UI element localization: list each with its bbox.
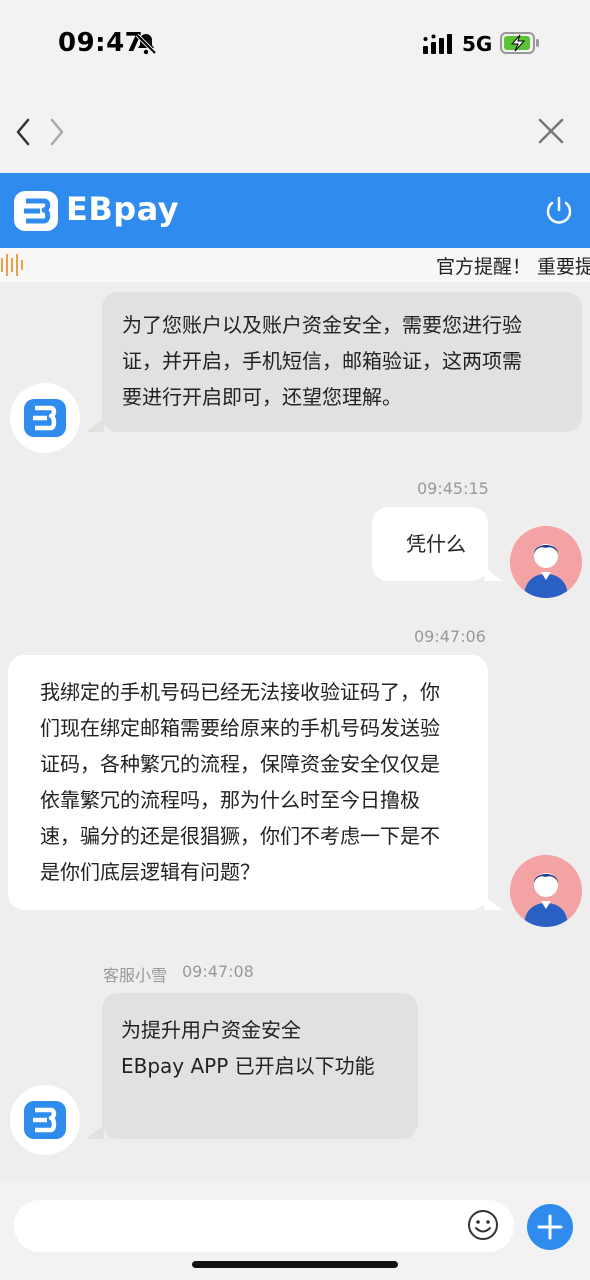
chevron-left-icon[interactable] — [12, 114, 36, 150]
close-icon[interactable] — [536, 116, 566, 146]
message-line: 证，并开启，手机短信，邮箱验证，这两项需 — [122, 349, 522, 373]
message-line: EBpay APP 已开启以下功能 — [121, 1054, 375, 1078]
chat-bubble-outgoing: 我绑定的手机号码已经无法接收验证码了，你 们现在绑定邮箱需要给原来的手机号码发送… — [8, 655, 488, 910]
ebpay-logo-icon — [10, 1085, 80, 1155]
message-line: 要进行开启即可，还望您理解。 — [122, 385, 402, 409]
emoji-icon[interactable] — [466, 1208, 500, 1242]
avatar — [510, 526, 582, 598]
user-avatar-icon — [510, 855, 582, 927]
status-time: 09:47 — [58, 28, 144, 58]
avatar — [10, 1085, 80, 1155]
notice-bar[interactable]: 官方提醒！ 重要提 — [0, 248, 590, 282]
chat-bubble-outgoing: 凭什么 — [372, 507, 488, 581]
chevron-right-icon[interactable] — [44, 114, 68, 150]
home-indicator — [192, 1261, 398, 1268]
notice-text: 官方提醒！ 重要提 — [436, 256, 590, 278]
sender-name: 客服小雪 — [103, 966, 168, 985]
input-area — [0, 1182, 590, 1280]
message-time: 09:45:15 — [417, 479, 489, 498]
avatar — [10, 383, 80, 453]
message-input[interactable] — [14, 1200, 514, 1252]
message-time: 09:47:08 — [182, 962, 254, 981]
chat-bubble-incoming: 为提升用户资金安全 EBpay APP 已开启以下功能 — [102, 993, 418, 1139]
signal-bars-icon — [423, 34, 452, 54]
status-bar: 09:47 5G — [0, 0, 590, 90]
bubble-tail — [86, 1125, 104, 1139]
message-time: 09:47:06 — [414, 627, 486, 646]
chat-area: 为了您账户以及账户资金安全，需要您进行验 证，并开启，手机短信，邮箱验证，这两项… — [0, 282, 590, 1182]
avatar — [510, 855, 582, 927]
bubble-tail — [484, 567, 502, 581]
bell-slash-icon — [135, 33, 157, 55]
message-line: 是你们底层逻辑有问题？ — [40, 860, 260, 884]
plus-icon[interactable] — [527, 1204, 573, 1250]
ebpay-logo-icon — [14, 191, 58, 231]
bubble-tail — [86, 418, 104, 432]
message-line: 为了您账户以及账户资金安全，需要您进行验 — [122, 313, 522, 337]
message-line: 速，骗分的还是很猖獗，你们不考虑一下是不 — [40, 824, 440, 848]
app-header: EBpay — [0, 173, 590, 248]
chat-bubble-incoming: 为了您账户以及账户资金安全，需要您进行验 证，并开启，手机短信，邮箱验证，这两项… — [102, 292, 582, 432]
message-line: 凭什么 — [406, 532, 466, 556]
message-line: 们现在绑定邮箱需要给原来的手机号码发送验 — [40, 716, 440, 740]
browser-nav-bar — [0, 90, 590, 173]
power-icon[interactable] — [543, 195, 575, 227]
sound-wave-icon — [1, 254, 23, 276]
message-line: 我绑定的手机号码已经无法接收验证码了，你 — [40, 680, 440, 704]
brand-name: EBpay — [66, 190, 180, 228]
user-avatar-icon — [510, 526, 582, 598]
battery-charging-icon — [500, 32, 539, 54]
message-line: 为提升用户资金安全 — [121, 1018, 301, 1042]
bubble-tail — [484, 896, 502, 910]
message-line: 证码，各种繁冗的流程，保障资金安全仅仅是 — [40, 752, 440, 776]
ebpay-logo-icon — [10, 383, 80, 453]
network-label: 5G — [462, 32, 493, 56]
message-line: 依靠繁冗的流程吗，那为什么时至今日撸极 — [40, 788, 420, 812]
